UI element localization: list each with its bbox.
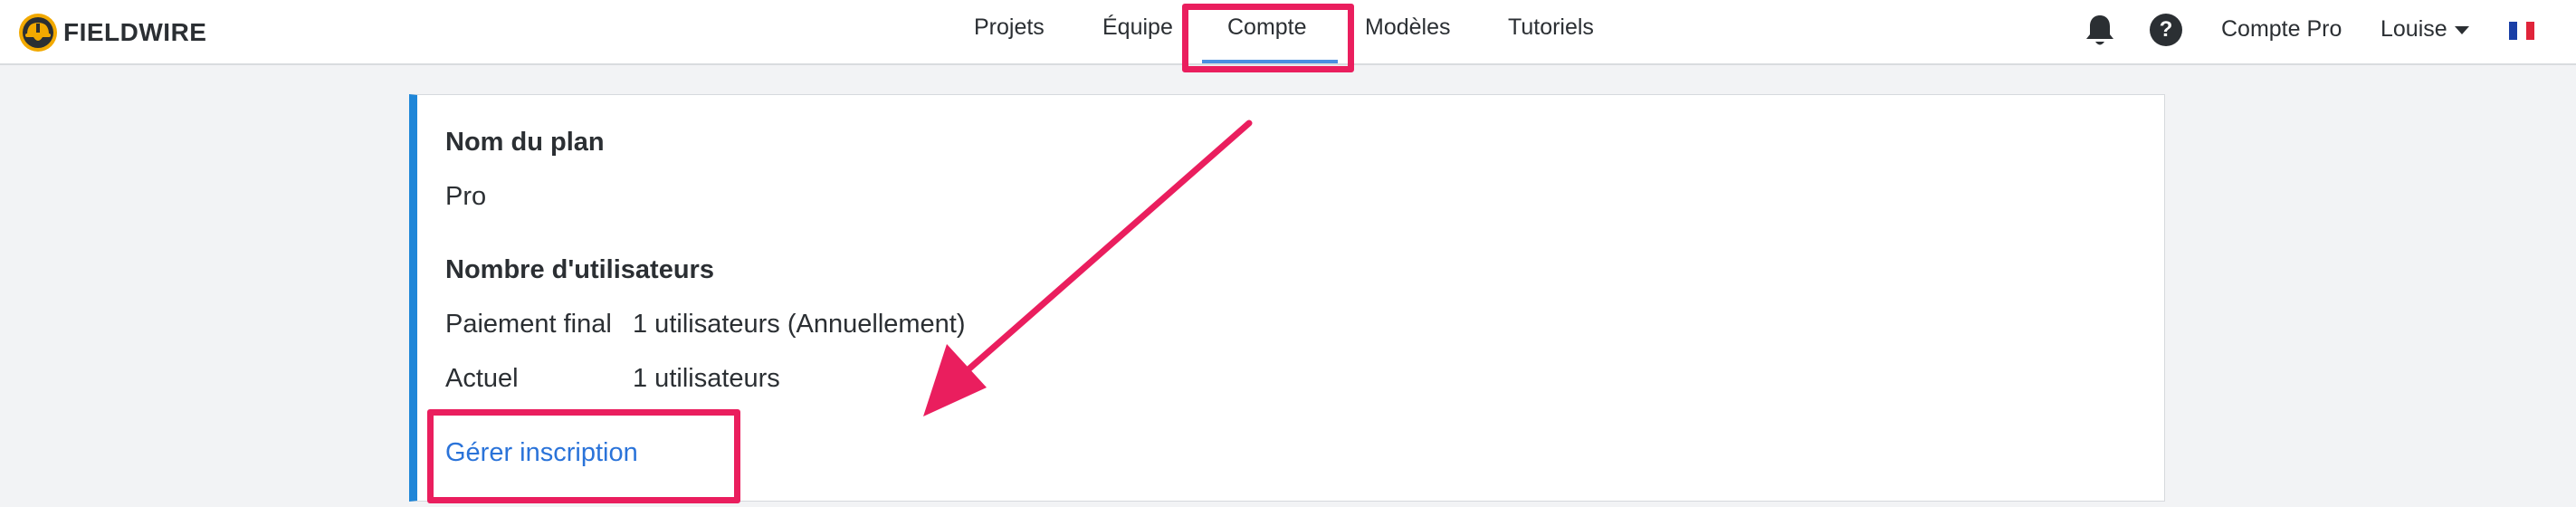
top-navigation-bar: FIELDWIRE Projets Équipe Compte Modèles … <box>0 0 2576 65</box>
fieldwire-helmet-icon <box>19 14 57 52</box>
bell-icon[interactable] <box>2084 13 2116 49</box>
fr-flag-icon[interactable] <box>2509 22 2534 40</box>
users-label: Nombre d'utilisateurs <box>445 255 714 284</box>
account-plan-link[interactable]: Compte Pro <box>2221 16 2342 43</box>
nav-modeles[interactable]: Modèles <box>1365 14 1451 41</box>
nav-compte[interactable]: Compte <box>1227 14 1307 41</box>
final-payment-value: 1 utilisateurs (Annuellement) <box>633 310 966 339</box>
nav-projets[interactable]: Projets <box>974 14 1045 41</box>
plan-name-label: Nom du plan <box>445 128 605 157</box>
current-users-label: Actuel <box>445 364 519 393</box>
active-tab-indicator <box>1202 60 1338 63</box>
plan-name-value: Pro <box>445 182 487 211</box>
manage-subscription-link[interactable]: Gérer inscription <box>445 438 638 468</box>
help-icon[interactable]: ? <box>2150 14 2182 46</box>
nav-tutoriels[interactable]: Tutoriels <box>1508 14 1594 41</box>
subscription-card: Nom du plan Pro Nombre d'utilisateurs Pa… <box>409 94 2165 502</box>
brand-name: FIELDWIRE <box>63 18 207 46</box>
user-name: Louise <box>2380 16 2447 42</box>
current-users-value: 1 utilisateurs <box>633 364 780 393</box>
user-menu[interactable]: Louise <box>2380 16 2469 43</box>
nav-equipe[interactable]: Équipe <box>1102 14 1173 41</box>
chevron-down-icon <box>2454 25 2469 34</box>
final-payment-label: Paiement final <box>445 310 612 339</box>
fieldwire-logo[interactable]: FIELDWIRE <box>18 13 207 53</box>
